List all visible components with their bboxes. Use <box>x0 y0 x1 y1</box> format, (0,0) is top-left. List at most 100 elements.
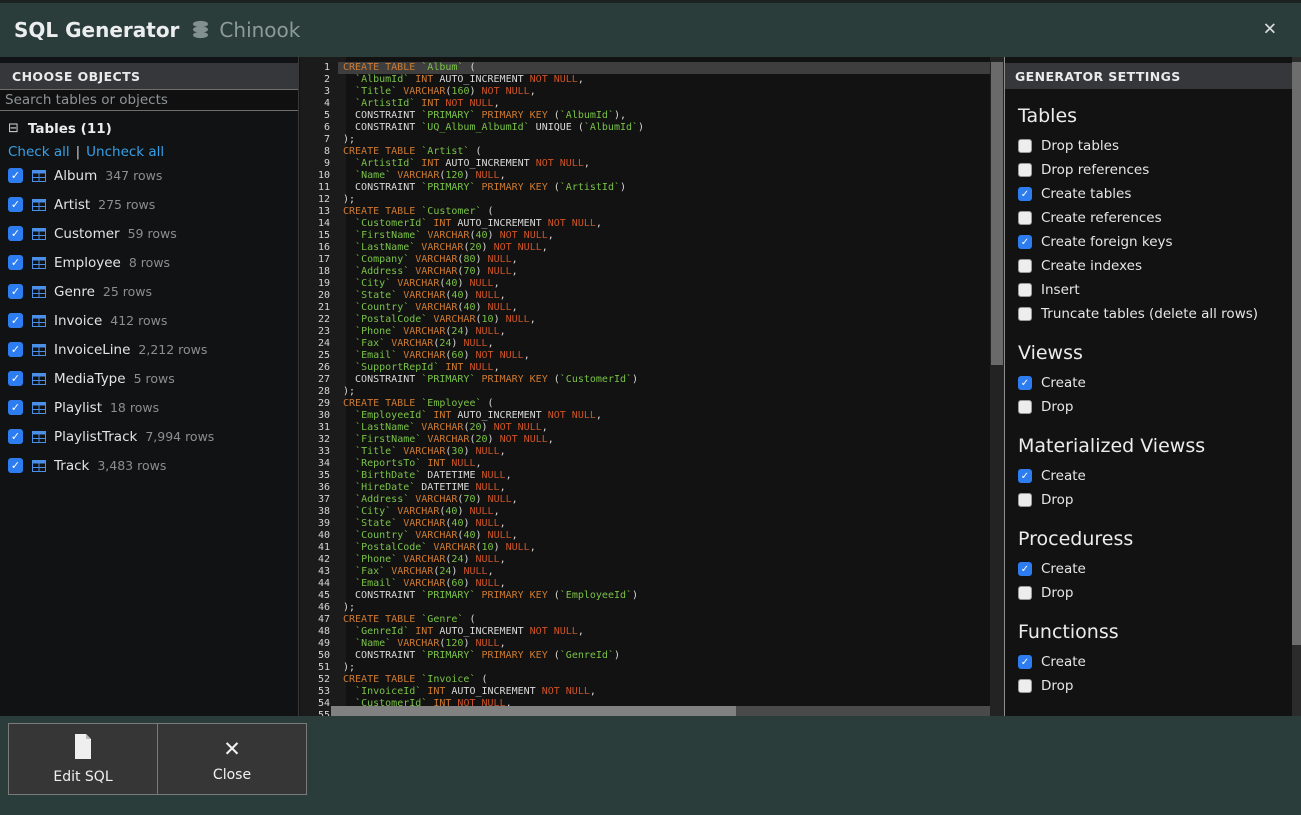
code-line[interactable]: 48 `GenreId` INT AUTO_INCREMENT NOT NULL… <box>300 626 990 638</box>
code-line[interactable]: 35 `BirthDate` DATETIME NULL, <box>300 470 990 482</box>
code-line[interactable]: 31 `LastName` VARCHAR(20) NOT NULL, <box>300 422 990 434</box>
table-row[interactable]: ✓InvoiceLine2,212 rows <box>8 335 298 364</box>
code-line[interactable]: 49 `Name` VARCHAR(120) NULL, <box>300 638 990 650</box>
table-row[interactable]: ✓Customer59 rows <box>8 219 298 248</box>
check-all-link[interactable]: Check all <box>8 144 70 160</box>
code-line[interactable]: 20 `State` VARCHAR(40) NULL, <box>300 290 990 302</box>
setting-option[interactable]: Drop <box>1018 581 1291 605</box>
option-checkbox[interactable]: ✓ <box>1018 562 1032 576</box>
table-checkbox[interactable]: ✓ <box>8 284 23 299</box>
code-line[interactable]: 3 `Title` VARCHAR(160) NOT NULL, <box>300 86 990 98</box>
code-line[interactable]: 38 `City` VARCHAR(40) NULL, <box>300 506 990 518</box>
code-line[interactable]: 46); <box>300 602 990 614</box>
option-checkbox[interactable]: ✓ <box>1018 235 1032 249</box>
code-line[interactable]: 13CREATE TABLE `Customer` ( <box>300 206 990 218</box>
code-line[interactable]: 15 `FirstName` VARCHAR(40) NOT NULL, <box>300 230 990 242</box>
code-line[interactable]: 30 `EmployeeId` INT AUTO_INCREMENT NOT N… <box>300 410 990 422</box>
code-line[interactable]: 44 `Email` VARCHAR(60) NULL, <box>300 578 990 590</box>
setting-option[interactable]: Insert <box>1018 278 1291 302</box>
code-line[interactable]: 9 `ArtistId` INT AUTO_INCREMENT NOT NULL… <box>300 158 990 170</box>
option-checkbox[interactable]: ✓ <box>1018 187 1032 201</box>
code-line[interactable]: 33 `Title` VARCHAR(30) NULL, <box>300 446 990 458</box>
setting-option[interactable]: Drop tables <box>1018 134 1291 158</box>
settings-scrollbar-thumb[interactable] <box>1292 62 1301 645</box>
edit-sql-button[interactable]: Edit SQL <box>8 723 158 795</box>
code-line[interactable]: 27 CONSTRAINT `PRIMARY` PRIMARY KEY (`Cu… <box>300 374 990 386</box>
code-line[interactable]: 26 `SupportRepId` INT NULL, <box>300 362 990 374</box>
option-checkbox[interactable] <box>1018 400 1032 414</box>
code-line[interactable]: 25 `Email` VARCHAR(60) NOT NULL, <box>300 350 990 362</box>
code-line[interactable]: 34 `ReportsTo` INT NULL, <box>300 458 990 470</box>
collapse-icon[interactable]: ⊟ <box>8 122 19 136</box>
option-checkbox[interactable] <box>1018 493 1032 507</box>
code-line[interactable]: 19 `City` VARCHAR(40) NULL, <box>300 278 990 290</box>
code-line[interactable]: 6 CONSTRAINT `UQ_Album_AlbumId` UNIQUE (… <box>300 122 990 134</box>
code-line[interactable]: 10 `Name` VARCHAR(120) NULL, <box>300 170 990 182</box>
code-line[interactable]: 5 CONSTRAINT `PRIMARY` PRIMARY KEY (`Alb… <box>300 110 990 122</box>
setting-option[interactable]: ✓Create <box>1018 557 1291 581</box>
code-line[interactable]: 24 `Fax` VARCHAR(24) NULL, <box>300 338 990 350</box>
code-line[interactable]: 11 CONSTRAINT `PRIMARY` PRIMARY KEY (`Ar… <box>300 182 990 194</box>
table-row[interactable]: ✓MediaType5 rows <box>8 364 298 393</box>
editor-horizontal-scrollbar[interactable] <box>331 706 990 716</box>
code-line[interactable]: 16 `LastName` VARCHAR(20) NOT NULL, <box>300 242 990 254</box>
table-checkbox[interactable]: ✓ <box>8 197 23 212</box>
table-row[interactable]: ✓Genre25 rows <box>8 277 298 306</box>
option-checkbox[interactable]: ✓ <box>1018 376 1032 390</box>
horizontal-scrollbar-thumb[interactable] <box>331 706 736 716</box>
table-row[interactable]: ✓Track3,483 rows <box>8 451 298 480</box>
code-line[interactable]: 7); <box>300 134 990 146</box>
table-row[interactable]: ✓Album347 rows <box>8 161 298 190</box>
option-checkbox[interactable] <box>1018 307 1032 321</box>
code-line[interactable]: 28); <box>300 386 990 398</box>
option-checkbox[interactable] <box>1018 586 1032 600</box>
code-line[interactable]: 36 `HireDate` DATETIME NULL, <box>300 482 990 494</box>
table-checkbox[interactable]: ✓ <box>8 429 23 444</box>
code-line[interactable]: 41 `PostalCode` VARCHAR(10) NULL, <box>300 542 990 554</box>
code-line[interactable]: 53 `InvoiceId` INT AUTO_INCREMENT NOT NU… <box>300 686 990 698</box>
option-checkbox[interactable]: ✓ <box>1018 469 1032 483</box>
close-button[interactable]: ✕ Close <box>157 723 307 795</box>
code-line[interactable]: 17 `Company` VARCHAR(80) NULL, <box>300 254 990 266</box>
code-line[interactable]: 4 `ArtistId` INT NOT NULL, <box>300 98 990 110</box>
table-checkbox[interactable]: ✓ <box>8 342 23 357</box>
close-icon[interactable]: ✕ <box>1263 22 1277 39</box>
code-line[interactable]: 14 `CustomerId` INT AUTO_INCREMENT NOT N… <box>300 218 990 230</box>
option-checkbox[interactable] <box>1018 283 1032 297</box>
code-line[interactable]: 50 CONSTRAINT `PRIMARY` PRIMARY KEY (`Ge… <box>300 650 990 662</box>
code-line[interactable]: 52CREATE TABLE `Invoice` ( <box>300 674 990 686</box>
setting-option[interactable]: Truncate tables (delete all rows) <box>1018 302 1291 326</box>
code-line[interactable]: 32 `FirstName` VARCHAR(20) NOT NULL, <box>300 434 990 446</box>
code-line[interactable]: 8CREATE TABLE `Artist` ( <box>300 146 990 158</box>
setting-option[interactable]: Drop references <box>1018 158 1291 182</box>
code-line[interactable]: 29CREATE TABLE `Employee` ( <box>300 398 990 410</box>
table-checkbox[interactable]: ✓ <box>8 226 23 241</box>
setting-option[interactable]: Drop <box>1018 488 1291 512</box>
code-line[interactable]: 23 `Phone` VARCHAR(24) NULL, <box>300 326 990 338</box>
setting-option[interactable]: Create references <box>1018 206 1291 230</box>
setting-option[interactable]: ✓Create tables <box>1018 182 1291 206</box>
sql-editor[interactable]: 1CREATE TABLE `Album` (2 `AlbumId` INT A… <box>300 57 990 716</box>
option-checkbox[interactable] <box>1018 163 1032 177</box>
setting-option[interactable]: ✓Create <box>1018 464 1291 488</box>
option-checkbox[interactable] <box>1018 679 1032 693</box>
editor-vertical-scrollbar[interactable] <box>990 57 1004 716</box>
table-row[interactable]: ✓Playlist18 rows <box>8 393 298 422</box>
table-checkbox[interactable]: ✓ <box>8 371 23 386</box>
code-line[interactable]: 2 `AlbumId` INT AUTO_INCREMENT NOT NULL, <box>300 74 990 86</box>
code-line[interactable]: 12); <box>300 194 990 206</box>
code-line[interactable]: 21 `Country` VARCHAR(40) NULL, <box>300 302 990 314</box>
setting-option[interactable]: ✓Create <box>1018 371 1291 395</box>
table-checkbox[interactable]: ✓ <box>8 168 23 183</box>
option-checkbox[interactable]: ✓ <box>1018 655 1032 669</box>
setting-option[interactable]: ✓Create foreign keys <box>1018 230 1291 254</box>
setting-option[interactable]: Drop <box>1018 395 1291 419</box>
search-input[interactable] <box>0 89 298 111</box>
code-line[interactable]: 18 `Address` VARCHAR(70) NULL, <box>300 266 990 278</box>
table-row[interactable]: ✓Invoice412 rows <box>8 306 298 335</box>
setting-option[interactable]: Drop <box>1018 674 1291 698</box>
setting-option[interactable]: Create indexes <box>1018 254 1291 278</box>
code-line[interactable]: 22 `PostalCode` VARCHAR(10) NULL, <box>300 314 990 326</box>
table-checkbox[interactable]: ✓ <box>8 400 23 415</box>
code-line[interactable]: 39 `State` VARCHAR(40) NULL, <box>300 518 990 530</box>
